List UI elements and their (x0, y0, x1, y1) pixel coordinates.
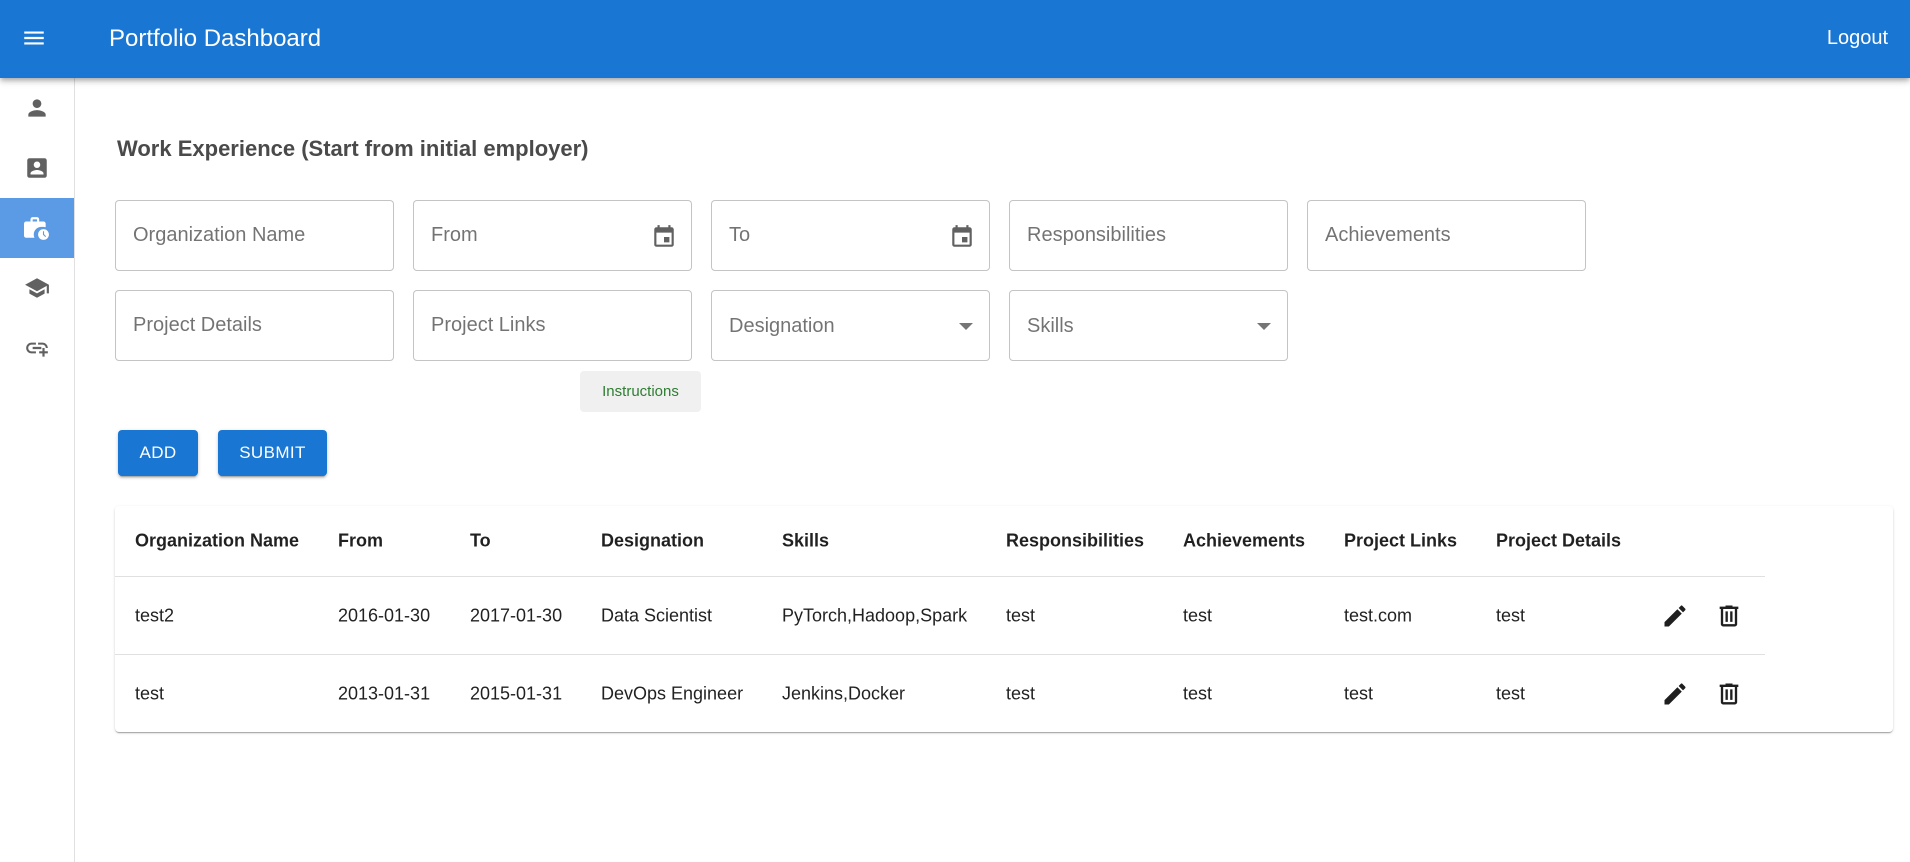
delete-icon[interactable] (1712, 677, 1746, 711)
calendar-icon[interactable] (649, 222, 679, 252)
table-cell: 2017-01-30 (470, 605, 563, 625)
delete-icon[interactable] (1712, 599, 1746, 633)
table-cell: 2013-01-31 (338, 683, 431, 703)
table-cell: test (135, 683, 165, 703)
project-links-input[interactable] (414, 291, 691, 360)
responsibilities-input[interactable] (1010, 201, 1287, 270)
add-button[interactable]: ADD (118, 430, 198, 476)
table-cell: Jenkins,Docker (782, 683, 906, 703)
table-cell: test.com (1344, 605, 1413, 625)
school-icon (25, 278, 49, 298)
skills-label: Skills (1027, 315, 1074, 337)
table-cell: test (1006, 605, 1036, 625)
project-links-field[interactable] (413, 290, 692, 361)
submit-button[interactable]: SUBMIT (218, 430, 327, 476)
side-drawer (0, 78, 75, 862)
edit-icon[interactable] (1658, 677, 1692, 711)
achievements-field[interactable] (1307, 200, 1586, 271)
instructions-button[interactable]: Instructions (580, 371, 701, 412)
project-details-input[interactable] (116, 291, 393, 360)
project-details-field[interactable] (115, 290, 394, 361)
to-date-field[interactable] (711, 200, 990, 271)
column-header: To (470, 530, 491, 551)
table-row: test2 2016-01-30 2017-01-30 Data Scienti… (115, 577, 1765, 655)
organization-name-field[interactable] (115, 200, 394, 271)
calendar-icon[interactable] (947, 222, 977, 252)
table-cell: test (1344, 683, 1374, 703)
app-bar: Portfolio Dashboard Logout (0, 0, 1910, 78)
column-header: Achievements (1183, 530, 1306, 551)
edit-icon[interactable] (1658, 599, 1692, 633)
designation-select[interactable]: Designation (711, 290, 990, 361)
menu-icon[interactable] (16, 20, 52, 56)
section-title: Work Experience (Start from initial empl… (117, 136, 589, 161)
skills-select[interactable]: Skills (1009, 290, 1288, 361)
column-header: Skills (782, 530, 830, 551)
column-header: Organization Name (135, 530, 300, 551)
table-cell: test (1496, 683, 1526, 703)
logout-button[interactable]: Logout (1827, 24, 1888, 52)
work-history-icon (24, 217, 49, 240)
sidebar-item-contact[interactable] (0, 138, 74, 198)
column-header: Designation (601, 530, 705, 551)
organization-name-input[interactable] (116, 201, 393, 270)
table-row: test 2013-01-31 2015-01-31 DevOps Engine… (115, 655, 1765, 732)
column-header: From (338, 530, 383, 551)
responsibilities-field[interactable] (1009, 200, 1288, 271)
table-cell: Data Scientist (601, 605, 713, 625)
chevron-down-icon (959, 323, 973, 330)
table-cell: 2015-01-31 (470, 683, 563, 703)
designation-label: Designation (729, 315, 835, 337)
sidebar-item-links[interactable] (0, 318, 74, 378)
experience-table: Organization Name From To Designation Sk… (115, 506, 1893, 732)
table-cell: test (1183, 683, 1213, 703)
sidebar-item-education[interactable] (0, 258, 74, 318)
table-cell: test (1496, 605, 1526, 625)
table-header-row: Organization Name From To Designation Sk… (115, 506, 1765, 577)
table-cell: PyTorch,Hadoop,Spark (782, 605, 968, 625)
table-cell: DevOps Engineer (601, 683, 744, 703)
table-cell: test (1183, 605, 1213, 625)
achievements-input[interactable] (1308, 201, 1585, 270)
sidebar-item-profile[interactable] (0, 78, 74, 138)
contact-card-icon (27, 158, 47, 178)
app-title: Portfolio Dashboard (109, 25, 322, 52)
column-header: Project Links (1344, 530, 1458, 551)
table-cell: test (1006, 683, 1036, 703)
table-cell: test2 (135, 605, 175, 625)
add-link-icon (26, 342, 48, 357)
chevron-down-icon (1257, 323, 1271, 330)
person-icon (28, 99, 46, 117)
column-header: Responsibilities (1006, 530, 1145, 551)
from-date-field[interactable] (413, 200, 692, 271)
table-cell: 2016-01-30 (338, 605, 431, 625)
sidebar-item-work-experience[interactable] (0, 198, 74, 258)
column-header: Project Details (1496, 530, 1622, 551)
